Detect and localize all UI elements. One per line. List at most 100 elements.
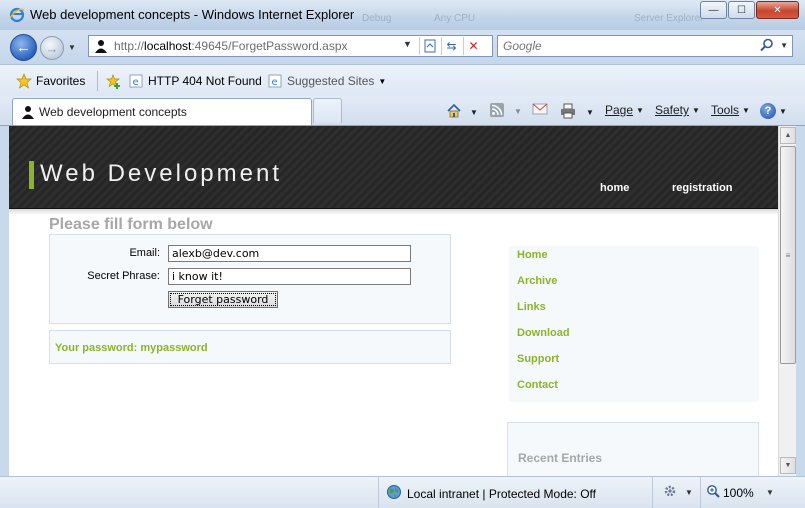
home-button[interactable]: ▼ <box>446 103 478 122</box>
favorite-link-label: HTTP 404 Not Found <box>148 74 262 88</box>
result-panel: Your password: mypassword <box>49 330 451 364</box>
tab-bar: Web development concepts ▼ ▼ ▼ Page ▼ Sa… <box>0 96 805 126</box>
site-brand: Web Development <box>40 160 282 187</box>
search-provider-label: Google <box>503 39 542 53</box>
chevron-down-icon: ▼ <box>636 105 644 115</box>
secret-phrase-label: Secret Phrase: <box>87 270 160 282</box>
forget-password-form: Email: Secret Phrase: Forget password <box>49 234 451 324</box>
forget-password-button[interactable]: Forget password <box>168 291 278 308</box>
stop-icon[interactable]: ✕ <box>463 37 483 55</box>
ie-page-icon: e <box>128 73 144 89</box>
print-button[interactable]: ▼ <box>560 103 594 122</box>
tools-menu-label: Tools <box>711 103 740 117</box>
favorites-label: Favorites <box>36 74 86 88</box>
vertical-scrollbar[interactable]: ▲ ≡ ▼ <box>778 126 796 476</box>
password-result-text: Your password: mypassword <box>55 342 208 354</box>
background-text: Any CPU <box>434 13 476 24</box>
chevron-down-icon[interactable]: ▼ <box>514 107 522 116</box>
form-heading: Please fill form below <box>49 216 213 233</box>
sidebar-item-links[interactable]: Links <box>517 301 546 313</box>
user-page-icon <box>94 39 108 53</box>
title-bar: Web development concepts - Windows Inter… <box>0 0 805 30</box>
chevron-down-icon[interactable]: ▼ <box>685 488 693 497</box>
suggested-sites-button[interactable]: e Suggested Sites ▼ <box>267 73 386 89</box>
security-zone-text: Local intranet | Protected Mode: Off <box>407 486 596 501</box>
mail-icon <box>532 103 548 118</box>
forward-button[interactable]: → <box>40 36 64 60</box>
compatibility-view-icon[interactable] <box>419 37 439 55</box>
refresh-icon[interactable]: ⇆ <box>441 37 461 55</box>
new-tab-button[interactable] <box>313 98 342 123</box>
zoom-text: 100% <box>723 485 754 500</box>
page-viewport: Web Development home registration Please… <box>9 126 778 476</box>
sidebar-item-home[interactable]: Home <box>517 249 548 261</box>
help-icon: ? <box>760 103 776 119</box>
home-icon <box>446 103 462 122</box>
status-bar: Local intranet | Protected Mode: Off ▼ 1… <box>0 476 805 508</box>
navigation-bar: ← → ▼ http://localhost:49645/ForgetPassw… <box>0 30 805 64</box>
chevron-down-icon: ▼ <box>378 76 387 86</box>
sidebar-menu: Home Archive Links Download Support Cont… <box>509 246 759 402</box>
scroll-down-button[interactable]: ▼ <box>780 457 796 474</box>
recent-pages-dropdown[interactable]: ▼ <box>68 43 76 52</box>
separator <box>97 71 98 91</box>
nav-link-registration[interactable]: registration <box>672 182 733 194</box>
email-field[interactable] <box>168 245 411 262</box>
settings-icon[interactable] <box>662 483 678 502</box>
status-divider <box>700 477 701 508</box>
address-bar[interactable]: http://localhost:49645/ForgetPassword.as… <box>88 35 493 57</box>
close-button[interactable]: ✕ <box>756 1 799 19</box>
chevron-down-icon: ▼ <box>692 105 700 115</box>
tab-web-development-concepts[interactable]: Web development concepts <box>12 98 312 125</box>
add-favorite-icon <box>105 73 121 89</box>
back-button[interactable]: ← <box>10 34 37 61</box>
printer-icon <box>560 103 576 122</box>
background-text: Debug <box>362 13 392 24</box>
recent-entries-panel: Recent Entries <box>507 422 759 476</box>
chevron-down-icon: ▼ <box>779 106 787 116</box>
search-icon[interactable] <box>760 38 774 55</box>
zoom-dropdown-icon[interactable]: ▼ <box>766 488 774 497</box>
help-menu[interactable]: ? ▼ <box>760 103 787 119</box>
sidebar-item-download[interactable]: Download <box>517 327 570 339</box>
secret-phrase-field[interactable] <box>168 268 411 285</box>
svg-text:e: e <box>133 77 139 88</box>
favorites-button[interactable]: Favorites <box>16 73 85 89</box>
page-menu[interactable]: Page ▼ <box>605 103 644 117</box>
chevron-down-icon[interactable]: ▼ <box>586 108 594 117</box>
tab-label: Web development concepts <box>39 105 187 119</box>
read-mail-button[interactable] <box>532 103 548 118</box>
sidebar-item-contact[interactable]: Contact <box>517 379 558 391</box>
globe-icon <box>386 484 402 503</box>
zoom-level[interactable]: 100% <box>706 484 754 501</box>
sidebar-item-support[interactable]: Support <box>517 353 559 365</box>
nav-link-home[interactable]: home <box>600 182 629 194</box>
scrollbar-thumb[interactable]: ≡ <box>780 146 796 364</box>
url-host: localhost <box>144 39 192 53</box>
add-to-favorites-bar-button[interactable] <box>105 73 125 89</box>
address-url[interactable]: http://localhost:49645/ForgetPassword.as… <box>114 39 348 53</box>
star-icon <box>16 73 32 89</box>
chevron-down-icon[interactable]: ▼ <box>470 108 478 117</box>
brand-accent-bar <box>29 161 34 189</box>
window-title: Web development concepts - Windows Inter… <box>30 7 355 22</box>
url-path: :49645/ForgetPassword.aspx <box>191 39 348 53</box>
arrow-left-icon: ← <box>16 39 31 56</box>
address-dropdown-icon[interactable]: ▼ <box>403 39 412 49</box>
sidebar-item-archive[interactable]: Archive <box>517 275 557 287</box>
safety-menu[interactable]: Safety ▼ <box>655 103 700 117</box>
zoom-icon <box>706 484 720 501</box>
scroll-up-button[interactable]: ▲ <box>780 127 796 144</box>
maximize-button[interactable]: ☐ <box>728 1 755 19</box>
tools-menu[interactable]: Tools ▼ <box>711 103 750 117</box>
user-page-icon <box>21 105 35 119</box>
minimize-button[interactable]: — <box>700 1 727 19</box>
favorite-link-http404[interactable]: e HTTP 404 Not Found <box>128 73 262 89</box>
site-header: Web Development home registration <box>9 126 778 209</box>
status-divider <box>652 477 653 508</box>
search-options-dropdown-icon[interactable]: ▼ <box>780 41 788 50</box>
feeds-button[interactable]: ▼ <box>490 103 522 120</box>
svg-text:e: e <box>272 77 278 88</box>
search-box[interactable]: Google ▼ <box>497 35 793 57</box>
security-zone[interactable]: Local intranet | Protected Mode: Off <box>386 484 596 503</box>
